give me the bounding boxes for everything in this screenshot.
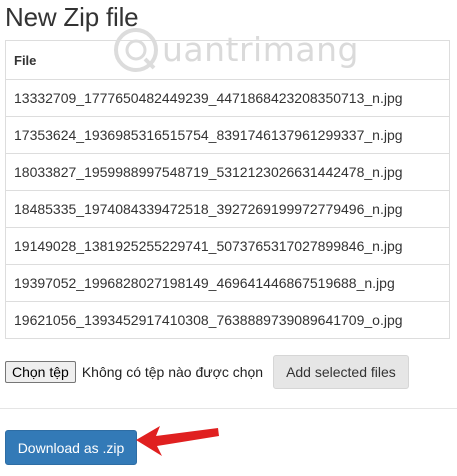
red-arrow-icon	[136, 426, 219, 456]
file-name-cell: 18485335_1974084339472518_39272691999727…	[5, 190, 450, 228]
file-name-cell: 19621056_1393452917410308_76388897390896…	[5, 301, 450, 339]
file-upload-row: Chọn tệp Không có tệp nào được chọn Add …	[5, 354, 409, 390]
table-row: 19621056_1393452917410308_76388897390896…	[5, 301, 450, 339]
table-row: 18485335_1974084339472518_39272691999727…	[5, 190, 450, 228]
add-selected-files-button[interactable]: Add selected files	[273, 355, 409, 389]
table-row: 13332709_1777650482449239_44718684232083…	[5, 79, 450, 117]
file-name-cell: 19397052_1996828027198149_46964144686751…	[5, 264, 450, 302]
table-row: 19397052_1996828027198149_46964144686751…	[5, 264, 450, 302]
file-name-cell: 18033827_1959988997548719_53121230266314…	[5, 153, 450, 191]
divider	[0, 408, 457, 409]
table-row: 19149028_1381925255229741_50737653170278…	[5, 227, 450, 265]
table-row: 18033827_1959988997548719_53121230266314…	[5, 153, 450, 191]
file-table: File 13332709_1777650482449239_447186842…	[5, 40, 450, 339]
file-name-cell: 13332709_1777650482449239_44718684232083…	[5, 79, 450, 117]
table-row: 17353624_1936985316515754_83917461379612…	[5, 116, 450, 154]
file-column-header: File	[5, 40, 450, 80]
no-file-chosen-text: Không có tệp nào được chọn	[81, 364, 264, 380]
download-zip-button[interactable]: Download as .zip	[5, 430, 137, 465]
file-name-cell: 19149028_1381925255229741_50737653170278…	[5, 227, 450, 265]
file-name-cell: 17353624_1936985316515754_83917461379612…	[5, 116, 450, 154]
page-title: New Zip file	[5, 2, 139, 32]
choose-file-button[interactable]: Chọn tệp	[5, 361, 76, 383]
